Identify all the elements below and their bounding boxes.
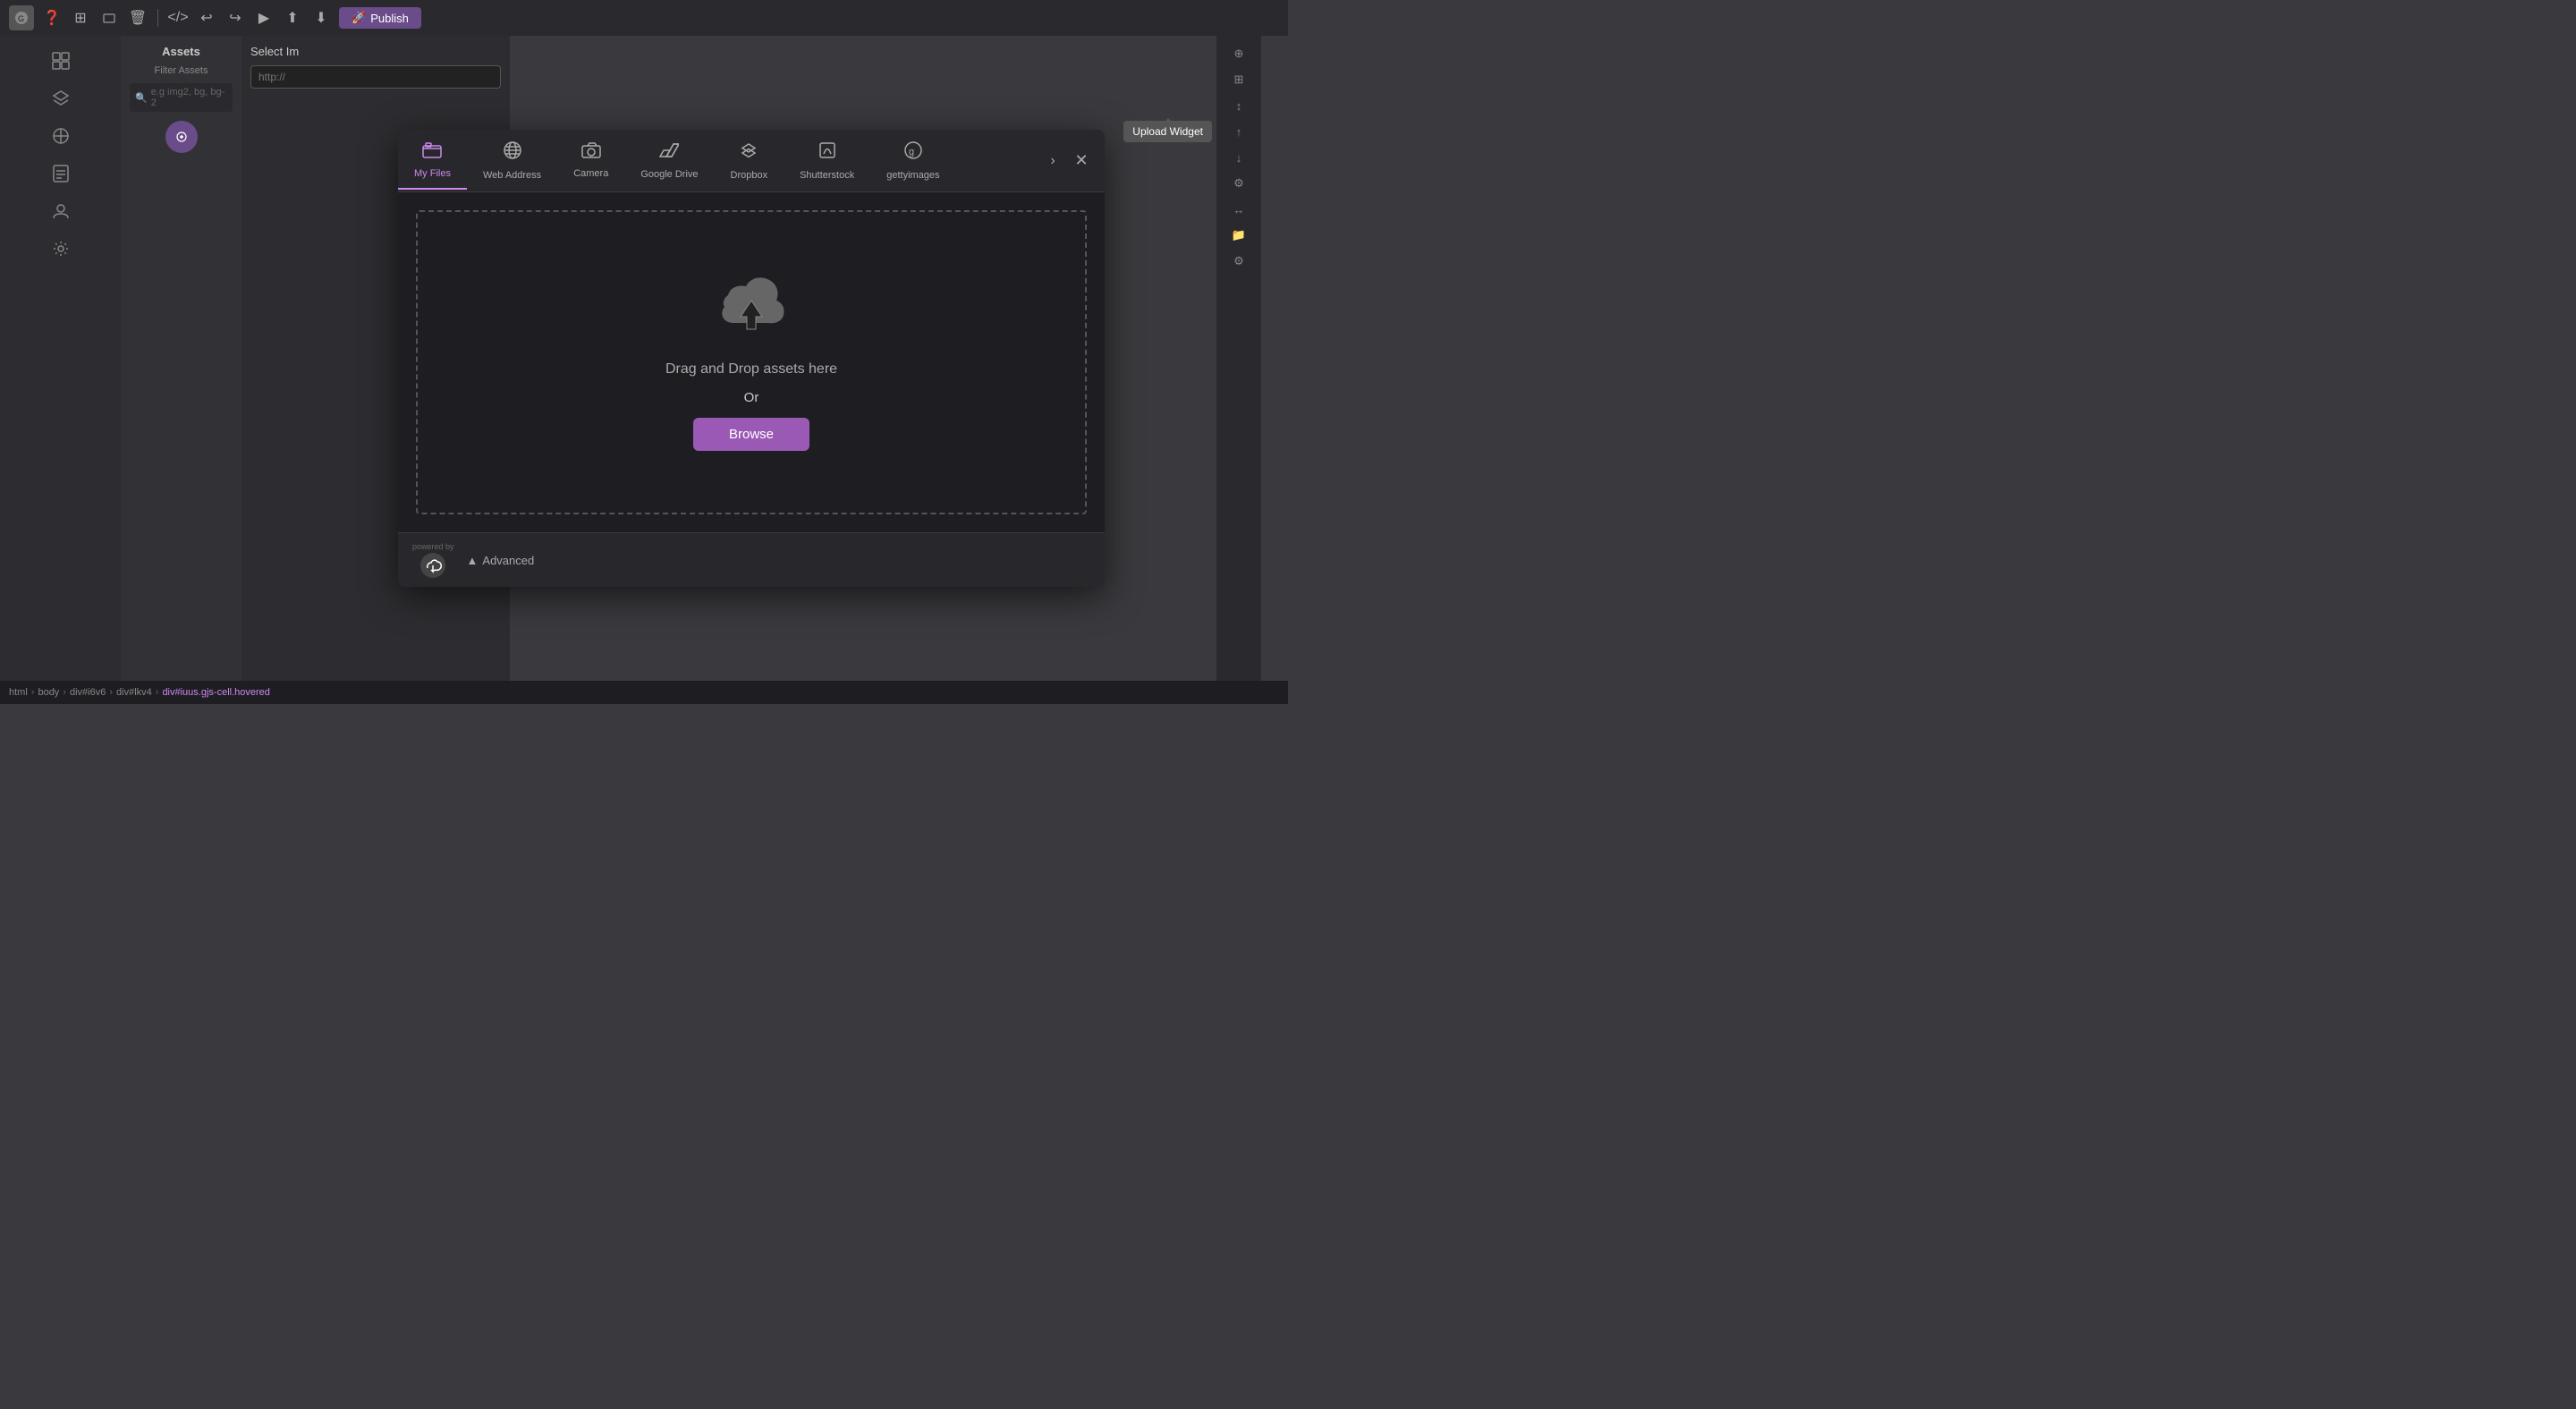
delete-button[interactable]: 🗑: [127, 7, 148, 29]
powered-by: powered by: [412, 542, 454, 578]
code-button[interactable]: </>: [167, 7, 189, 29]
person-icon[interactable]: [45, 195, 77, 227]
page-icon[interactable]: [45, 157, 77, 190]
svg-text:G: G: [18, 14, 24, 23]
browse-button[interactable]: Browse: [693, 418, 809, 451]
drop-text: Drag and Drop assets here: [665, 361, 837, 378]
assets-title: Assets: [130, 45, 233, 58]
breadcrumb-body[interactable]: body: [38, 687, 59, 698]
breadcrumb-arrow-2: ›: [63, 687, 66, 698]
tab-my-files[interactable]: My Files: [398, 132, 467, 190]
modal-wrapper: Upload Widget My Files Web Address: [398, 130, 1105, 587]
settings-icon[interactable]: [45, 233, 77, 265]
web-address-label: Web Address: [483, 170, 541, 181]
components-icon[interactable]: [45, 45, 77, 77]
publish-button[interactable]: 🚀 Publish: [339, 7, 421, 29]
my-files-label: My Files: [414, 168, 451, 179]
gettyimages-icon: g: [903, 140, 923, 166]
search-placeholder: e.g img2, bg, bg-2: [151, 87, 227, 108]
help-button[interactable]: ❓: [41, 7, 63, 29]
breadcrumb-arrow-3: ›: [109, 687, 113, 698]
logo: G: [9, 5, 34, 30]
download-button[interactable]: ⬇: [310, 7, 332, 29]
assets-panel: Assets Filter Assets 🔍 e.g img2, bg, bg-…: [121, 36, 242, 681]
or-text: Or: [744, 390, 759, 405]
tab-google-drive[interactable]: Google Drive: [624, 131, 714, 191]
fullscreen-button[interactable]: ⊞: [70, 7, 91, 29]
advanced-label: Advanced: [482, 554, 534, 567]
breadcrumb-arrow-1: ›: [31, 687, 35, 698]
tab-camera[interactable]: Camera: [557, 132, 624, 190]
cloudinary-logo: [420, 553, 445, 578]
tab-shutterstock[interactable]: Shutterstock: [784, 130, 870, 191]
style-icon[interactable]: [45, 120, 77, 152]
breadcrumb: html › body › div#i6v6 › div#lkv4 › div#…: [0, 681, 1288, 704]
tab-dropbox[interactable]: Dropbox: [715, 130, 784, 191]
web-address-icon: [503, 140, 522, 166]
assets-search-box[interactable]: 🔍 e.g img2, bg, bg-2: [130, 83, 233, 112]
google-drive-icon: [659, 141, 679, 165]
search-icon: 🔍: [135, 92, 148, 104]
my-files-icon: [422, 142, 442, 164]
tab-gettyimages[interactable]: g gettyimages: [870, 130, 955, 191]
svg-text:g: g: [909, 147, 914, 157]
upload-widget-tooltip: Upload Widget: [1123, 121, 1212, 142]
breadcrumb-div-iuus[interactable]: div#iuus.gjs-cell.hovered: [162, 687, 269, 698]
maximize-button[interactable]: [98, 7, 120, 29]
canvas-area: Select Im Upload Widget My Files: [242, 36, 1261, 681]
shutterstock-label: Shutterstock: [800, 170, 854, 181]
modal-tabs: My Files Web Address Camera: [398, 130, 1105, 192]
tabs-next-button[interactable]: ›: [1040, 149, 1065, 174]
shutterstock-icon: [818, 140, 837, 166]
camera-icon: [581, 142, 601, 164]
publish-label: Publish: [370, 12, 409, 25]
chevron-up-icon: ▲: [467, 554, 479, 567]
breadcrumb-arrow-4: ›: [156, 687, 159, 698]
add-asset-button[interactable]: [165, 121, 198, 153]
modal-overlay: Upload Widget My Files Web Address: [242, 36, 1261, 681]
gettyimages-label: gettyimages: [886, 170, 939, 181]
drop-zone[interactable]: Drag and Drop assets here Or Browse: [416, 210, 1087, 514]
modal-footer: powered by ▲ Advanced: [398, 532, 1105, 587]
cloud-upload-icon: [716, 274, 787, 349]
advanced-button[interactable]: ▲ Advanced: [467, 554, 535, 567]
top-toolbar: G ❓ ⊞ 🗑 </> ↩ ↪ ▶ ⬆ ⬇ 🚀 Publish: [0, 0, 1288, 36]
dropbox-label: Dropbox: [731, 170, 768, 181]
breadcrumb-html[interactable]: html: [9, 687, 28, 698]
breadcrumb-div-i6v6[interactable]: div#i6v6: [70, 687, 106, 698]
modal-close-button[interactable]: ✕: [1069, 149, 1094, 174]
assets-filter-label: Filter Assets: [130, 65, 233, 76]
tab-web-address[interactable]: Web Address: [467, 130, 557, 191]
separator-1: [157, 9, 158, 27]
camera-label: Camera: [573, 168, 608, 179]
google-drive-label: Google Drive: [640, 169, 698, 180]
layers-icon[interactable]: [45, 82, 77, 115]
redo-button[interactable]: ↪: [225, 7, 246, 29]
undo-button[interactable]: ↩: [196, 7, 217, 29]
modal-body: Drag and Drop assets here Or Browse: [398, 192, 1105, 532]
dropbox-icon: [739, 140, 758, 166]
publish-icon: 🚀: [352, 11, 366, 25]
breadcrumb-div-lkv4[interactable]: div#lkv4: [116, 687, 152, 698]
powered-by-text: powered by: [412, 542, 454, 551]
left-sidebar: [0, 36, 121, 681]
play-button[interactable]: ▶: [253, 7, 275, 29]
upload-button[interactable]: ⬆: [282, 7, 303, 29]
upload-widget-modal: My Files Web Address Camera: [398, 130, 1105, 587]
